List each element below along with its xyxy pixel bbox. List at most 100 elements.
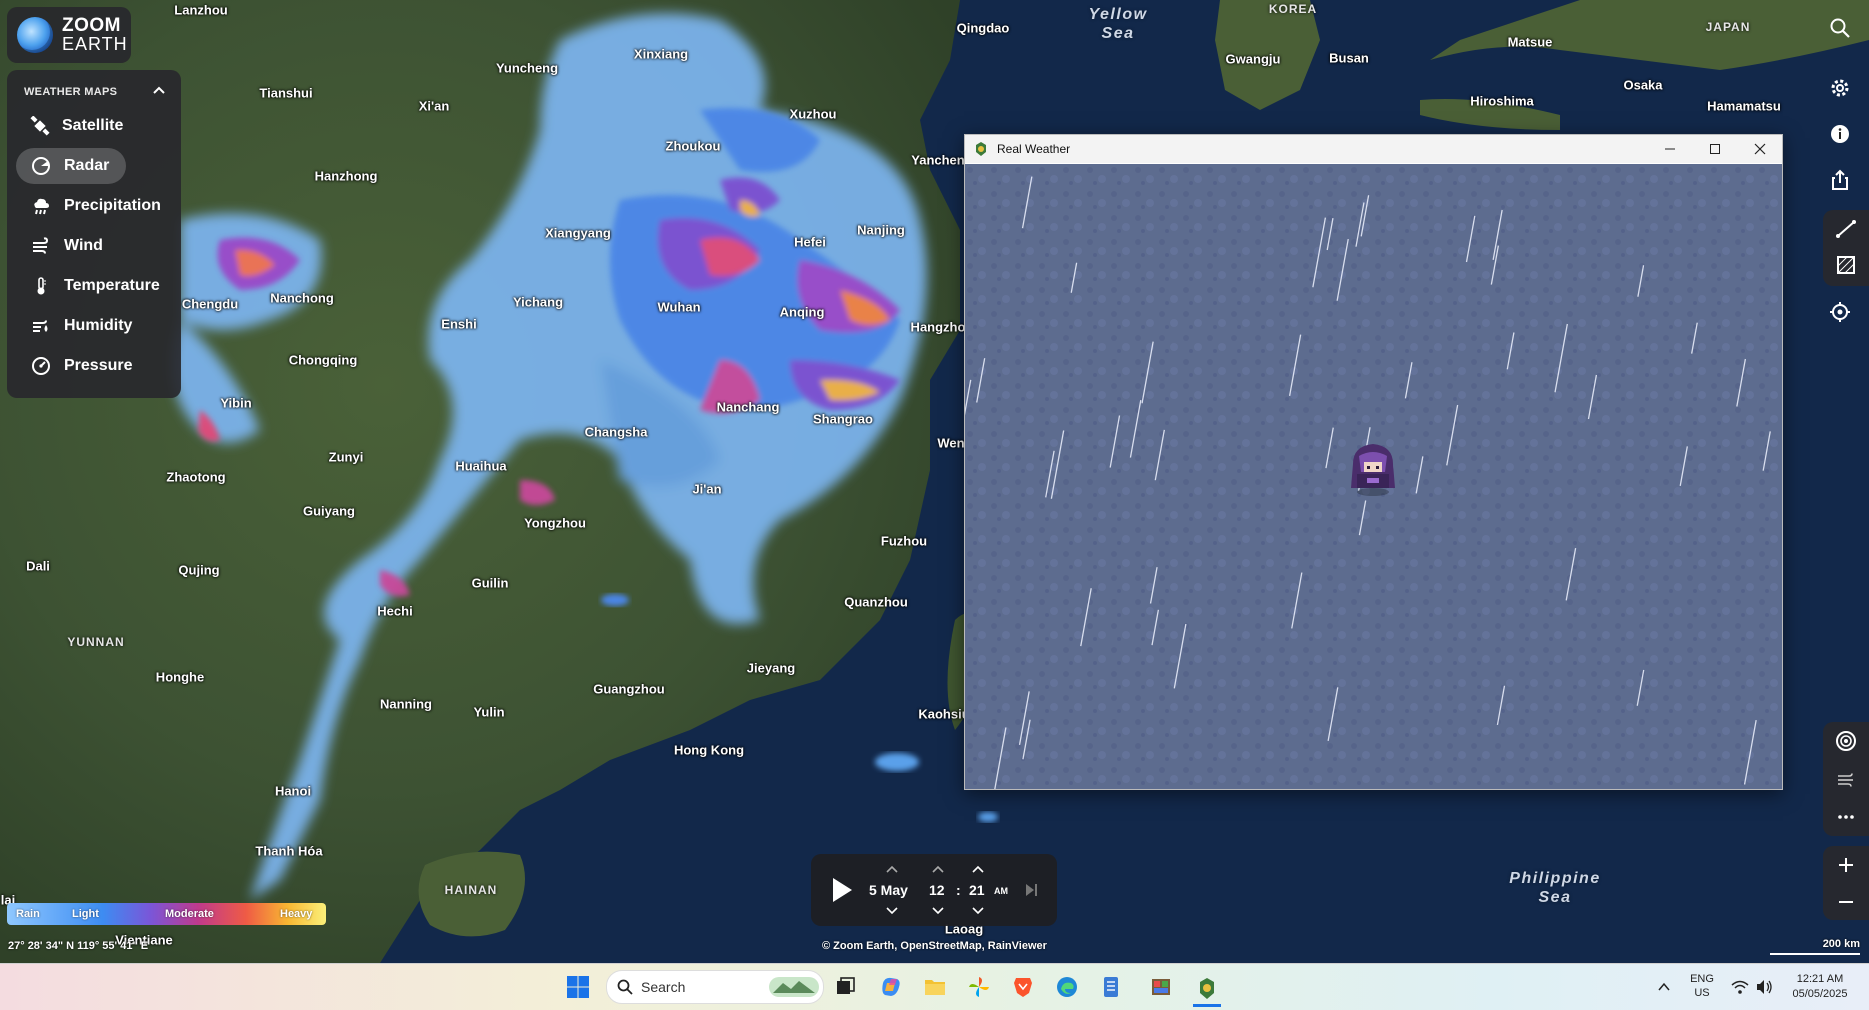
pixel-game-icon — [1152, 979, 1170, 995]
city-label: Quanzhou — [844, 594, 908, 610]
city-label: Jieyang — [746, 660, 796, 676]
plus-icon — [1839, 857, 1853, 872]
zoom-in-button[interactable] — [1823, 846, 1869, 883]
minute-value[interactable]: 21 — [969, 882, 985, 898]
volume-button[interactable] — [1750, 973, 1778, 1001]
skip-to-now-button[interactable] — [1023, 882, 1039, 898]
close-button[interactable] — [1737, 135, 1782, 163]
task-view-button[interactable] — [832, 973, 860, 1001]
settings-button[interactable] — [1817, 66, 1863, 110]
pressure-icon — [30, 355, 52, 377]
play-button[interactable] — [829, 876, 855, 904]
menu-item-wind[interactable]: Wind — [16, 228, 114, 264]
edge-icon — [1057, 977, 1077, 997]
logo-line2: EARTH — [62, 34, 128, 54]
time-separator: : — [956, 882, 961, 898]
layer-tools-group — [1823, 722, 1869, 836]
minute-up-icon[interactable] — [971, 864, 985, 874]
legend-heavy: Heavy — [280, 908, 313, 920]
menu-item-label: Satellite — [62, 117, 124, 134]
city-label: Hanzhong — [314, 168, 378, 184]
clock[interactable]: 12:21 AM 05/05/2025 — [1782, 972, 1858, 1002]
brave-browser-button[interactable] — [1009, 973, 1037, 1001]
city-label: Tianshui — [259, 85, 313, 101]
scale-bar — [1770, 950, 1860, 955]
maximize-button[interactable] — [1692, 135, 1737, 163]
city-label: Fuzhou — [880, 533, 928, 549]
zoom-controls — [1823, 846, 1869, 920]
city-label: Osaka — [1623, 77, 1663, 93]
app-icon — [976, 142, 986, 156]
day-up-icon[interactable] — [885, 864, 899, 874]
menu-item-radar[interactable]: Radar — [16, 148, 126, 184]
menu-item-satellite[interactable]: Satellite — [16, 108, 123, 144]
cursor-coordinates: 27° 28' 34" N 119° 55' 41" E — [8, 940, 149, 952]
file-explorer-button[interactable] — [921, 973, 949, 1001]
show-hidden-icons-button[interactable] — [1650, 973, 1678, 1001]
zoom-earth-logo[interactable]: ZOOM EARTH — [7, 7, 131, 63]
city-label: Gwangju — [1225, 51, 1281, 67]
more-options-button[interactable] — [1823, 798, 1869, 836]
info-button[interactable] — [1817, 112, 1863, 156]
chevron-up-icon — [1658, 982, 1670, 991]
day-down-icon[interactable] — [885, 906, 899, 916]
city-label: Yichang — [512, 294, 564, 310]
city-label: Zunyi — [328, 449, 364, 465]
photos-button[interactable] — [965, 973, 993, 1001]
ampm-value: AM — [994, 886, 1008, 896]
real-weather-taskbar-button[interactable] — [1193, 973, 1221, 1007]
folder-icon — [925, 980, 945, 995]
legend-moderate: Moderate — [165, 908, 214, 920]
city-label: Xi'an — [418, 98, 450, 114]
map-scale: 200 km — [1770, 938, 1860, 955]
edge-browser-button[interactable] — [1053, 973, 1081, 1001]
map-attribution[interactable]: © Zoom Earth, OpenStreetMap, RainViewer — [822, 940, 1047, 952]
region-label: KOREA — [1268, 2, 1318, 16]
speaker-icon — [1757, 980, 1772, 994]
menu-item-precipitation[interactable]: Precipitation — [16, 188, 176, 224]
share-button[interactable] — [1817, 158, 1863, 202]
game-app-button[interactable] — [1147, 973, 1175, 1001]
zoom-out-button[interactable] — [1823, 883, 1869, 920]
gear-icon — [1831, 79, 1849, 97]
search-icon — [617, 979, 633, 995]
menu-item-temperature[interactable]: Temperature — [16, 268, 176, 304]
hour-value[interactable]: 12 — [929, 882, 945, 898]
hour-down-icon[interactable] — [931, 906, 945, 916]
draw-tools-group — [1823, 210, 1869, 286]
measure-area-button[interactable] — [1823, 246, 1869, 284]
city-label: Matsue — [1507, 34, 1553, 50]
city-label: Kaohsiu — [918, 706, 970, 722]
chevron-up-icon[interactable] — [151, 82, 167, 98]
city-label: Xuzhou — [789, 106, 837, 122]
search-button[interactable] — [1817, 6, 1863, 50]
play-icon — [833, 878, 852, 902]
humidity-icon — [30, 315, 52, 337]
measure-distance-button[interactable] — [1823, 210, 1869, 248]
city-label: Busan — [1329, 50, 1369, 66]
start-button[interactable] — [564, 973, 592, 1001]
language-indicator[interactable]: ENG US — [1690, 972, 1714, 1000]
menu-item-humidity[interactable]: Humidity — [16, 308, 166, 344]
menu-header: WEATHER MAPS — [24, 86, 118, 98]
menu-item-pressure[interactable]: Pressure — [16, 348, 166, 384]
copilot-button[interactable] — [877, 973, 905, 1001]
city-label: Yanchen — [911, 152, 965, 168]
day-value[interactable]: 5 May — [869, 882, 908, 898]
my-location-button[interactable] — [1817, 290, 1863, 334]
taskbar-search[interactable]: Search — [606, 970, 824, 1004]
radar-layer-button[interactable] — [1823, 722, 1869, 760]
precipitation-legend: Rain Light Moderate Heavy — [7, 903, 326, 925]
hour-up-icon[interactable] — [931, 864, 945, 874]
search-icon — [1830, 18, 1850, 38]
city-label: Hangzho — [910, 319, 966, 335]
task-view-icon — [837, 977, 855, 994]
window-titlebar[interactable]: Real Weather — [965, 135, 1782, 163]
notepad-button[interactable] — [1097, 973, 1125, 1001]
minimize-button[interactable] — [1647, 135, 1692, 163]
wind-layer-button[interactable] — [1823, 760, 1869, 798]
city-label: Yibin — [220, 395, 252, 411]
game-canvas[interactable] — [965, 164, 1782, 789]
minute-down-icon[interactable] — [971, 906, 985, 916]
real-weather-window[interactable]: Real Weather — [964, 134, 1783, 790]
